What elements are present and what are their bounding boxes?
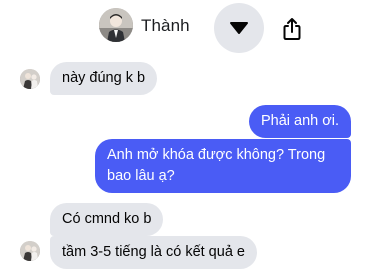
sender-avatar[interactable]	[20, 69, 40, 89]
message-bubble-outgoing[interactable]: Phải anh ơi.	[248, 105, 351, 138]
message-bubble-incoming[interactable]: này đúng k b	[50, 62, 158, 95]
conversation-menu-button[interactable]	[214, 3, 264, 53]
message-bubble-outgoing[interactable]: Anh mở khóa được không? Trong bao lâu ạ?	[95, 139, 351, 193]
sender-avatar[interactable]	[20, 241, 40, 261]
contact-name[interactable]: Thành	[141, 16, 190, 36]
share-icon	[283, 18, 301, 40]
message-bubble-incoming[interactable]: tầm 3-5 tiếng là có kết quả e	[50, 236, 257, 269]
share-button[interactable]	[276, 13, 308, 45]
caret-down-icon	[230, 22, 248, 34]
conversation-header: Thành	[0, 0, 374, 54]
message-bubble-incoming[interactable]: Có cmnd ko b	[50, 203, 164, 236]
contact-avatar[interactable]	[99, 8, 133, 42]
